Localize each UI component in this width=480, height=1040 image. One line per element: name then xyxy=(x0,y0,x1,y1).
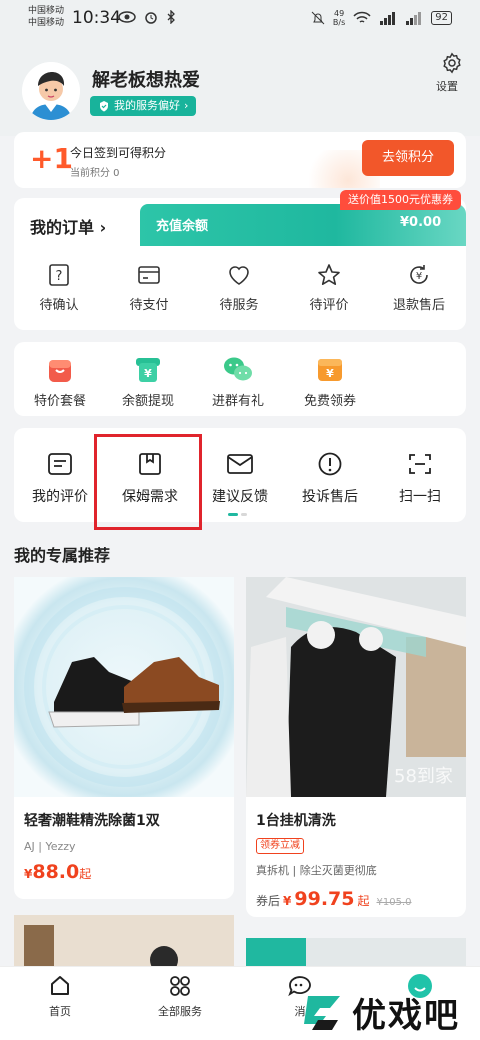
tool-feedback[interactable]: 建议反馈 xyxy=(200,450,280,506)
order-item-label: 待支付 xyxy=(129,298,169,313)
scan-icon xyxy=(409,454,431,474)
star-icon xyxy=(318,264,340,285)
service-free-coupon[interactable]: ¥ 免费领券 xyxy=(290,354,370,409)
coupon-tag: 领券立减 xyxy=(256,838,304,854)
signin-title: 今日签到可得积分 xyxy=(70,146,167,160)
heart-icon xyxy=(229,266,249,285)
product-subtitle: 真拆机 | 除尘灭菌更彻底 xyxy=(256,864,377,877)
settings-button[interactable] xyxy=(438,52,466,78)
order-item-label: 待评价 xyxy=(309,298,349,313)
balance-label: 充值余额 xyxy=(156,219,209,234)
order-item-label: 待服务 xyxy=(219,298,259,313)
page-indicator xyxy=(228,513,247,516)
ac-cleaning-image: 58到家 xyxy=(246,577,466,797)
service-label: 进群有礼 xyxy=(211,394,264,409)
battery-indicator: 92 xyxy=(431,11,452,25)
clock: 10:34 xyxy=(72,8,121,28)
wifi-icon xyxy=(353,11,371,23)
username: 解老板想热爱 xyxy=(92,70,200,91)
watermark-logo-icon xyxy=(304,995,340,1030)
shopping-bag-icon xyxy=(49,360,71,382)
promo-tag[interactable]: 送价值1500元优惠券 xyxy=(340,190,461,210)
signal-2-icon xyxy=(406,12,422,25)
net-speed: 49 B/s xyxy=(332,9,346,27)
carrier-2: 中国移动 xyxy=(28,18,65,28)
page-dot xyxy=(241,513,247,516)
bluetooth-icon xyxy=(167,10,175,24)
alarm-icon xyxy=(145,12,157,24)
settings-label: 设置 xyxy=(436,80,458,93)
orders-title-link[interactable]: 我的订单 › xyxy=(30,214,106,238)
chevron-right-icon: › xyxy=(99,218,107,237)
mute-icon xyxy=(311,11,325,25)
tab-label: 全部服务 xyxy=(158,1005,202,1018)
order-pending-review[interactable]: 待评价 xyxy=(294,262,364,313)
order-pending-service[interactable]: 待服务 xyxy=(204,262,274,313)
tab-label: 首页 xyxy=(49,1005,71,1018)
eye-icon xyxy=(118,11,136,23)
order-item-label: 退款售后 xyxy=(392,298,445,313)
product-name: 1台挂机清洗 xyxy=(256,813,336,829)
wechat-icon xyxy=(224,357,252,381)
tool-label: 建议反馈 xyxy=(212,489,268,505)
page-dot-active xyxy=(228,513,238,516)
get-points-button[interactable]: 去领积分 xyxy=(362,140,454,176)
service-label: 特价套餐 xyxy=(33,394,86,409)
service-preference-label: 我的服务偏好 xyxy=(114,99,180,112)
refund-icon: ¥ xyxy=(410,265,428,284)
product-price: ¥88.0起 xyxy=(24,861,92,883)
service-join-group[interactable]: 进群有礼 xyxy=(198,354,278,409)
service-special-package[interactable]: 特价套餐 xyxy=(20,354,100,409)
product-price: 券后 ¥99.75 起 ¥105.0 xyxy=(256,888,412,910)
image-watermark: 58到家 xyxy=(394,766,453,787)
svg-text:¥: ¥ xyxy=(144,367,152,380)
home-icon xyxy=(51,976,69,995)
watermark-url: YOXI8.COM xyxy=(420,1030,465,1039)
service-withdraw[interactable]: ¥ 余额提现 xyxy=(108,354,188,409)
grid-icon xyxy=(170,976,190,996)
tool-label: 我的评价 xyxy=(32,489,88,505)
tool-scan[interactable]: 扫一扫 xyxy=(380,450,460,506)
question-doc-icon: ? xyxy=(49,264,69,286)
service-label: 免费领券 xyxy=(303,394,356,409)
avatar[interactable] xyxy=(22,62,80,120)
tool-label: 扫一扫 xyxy=(399,489,441,505)
card-icon xyxy=(138,266,160,284)
svg-text:¥: ¥ xyxy=(326,367,334,380)
tool-my-reviews[interactable]: 我的评价 xyxy=(20,450,100,506)
withdraw-icon: ¥ xyxy=(136,358,160,382)
svg-text:¥: ¥ xyxy=(416,271,422,282)
recommend-title: 我的专属推荐 xyxy=(14,546,111,565)
product-name: 轻奢潮鞋精洗除菌1双 xyxy=(24,813,160,829)
balance-value: ¥0.00 xyxy=(400,215,442,230)
status-left-icons xyxy=(118,10,176,24)
carrier-1: 中国移动 xyxy=(28,6,65,16)
mail-icon xyxy=(227,454,253,474)
comment-doc-icon xyxy=(48,453,72,475)
order-pending-payment[interactable]: 待支付 xyxy=(114,262,184,313)
tab-all-services[interactable]: 全部服务 xyxy=(132,972,228,1019)
chevron-right-icon: › xyxy=(184,99,189,112)
tool-label: 投诉售后 xyxy=(302,489,358,505)
shield-check-icon xyxy=(100,101,108,112)
tab-home[interactable]: 首页 xyxy=(12,972,108,1019)
highlight-annotation xyxy=(94,434,202,530)
points-plus-one: +1 xyxy=(30,142,73,175)
alert-circle-icon xyxy=(318,452,342,476)
svg-text:?: ? xyxy=(56,269,63,284)
service-preference-button[interactable]: 我的服务偏好 › xyxy=(90,96,197,116)
status-right-icons: 49 B/s 92 xyxy=(311,9,452,27)
tool-complaint[interactable]: 投诉售后 xyxy=(290,450,370,506)
current-points: 当前积分 0 xyxy=(70,168,120,179)
shoes-image xyxy=(14,577,234,797)
service-label: 余额提现 xyxy=(121,394,174,409)
gear-icon xyxy=(443,52,461,74)
order-item-label: 待确认 xyxy=(39,298,79,313)
coupon-icon: ¥ xyxy=(318,359,342,381)
order-pending-confirm[interactable]: ? 待确认 xyxy=(24,262,94,313)
signal-1-icon xyxy=(380,12,396,25)
product-subtitle: AJ | Yezzy xyxy=(24,840,76,853)
order-refund[interactable]: ¥ 退款售后 xyxy=(384,262,454,313)
